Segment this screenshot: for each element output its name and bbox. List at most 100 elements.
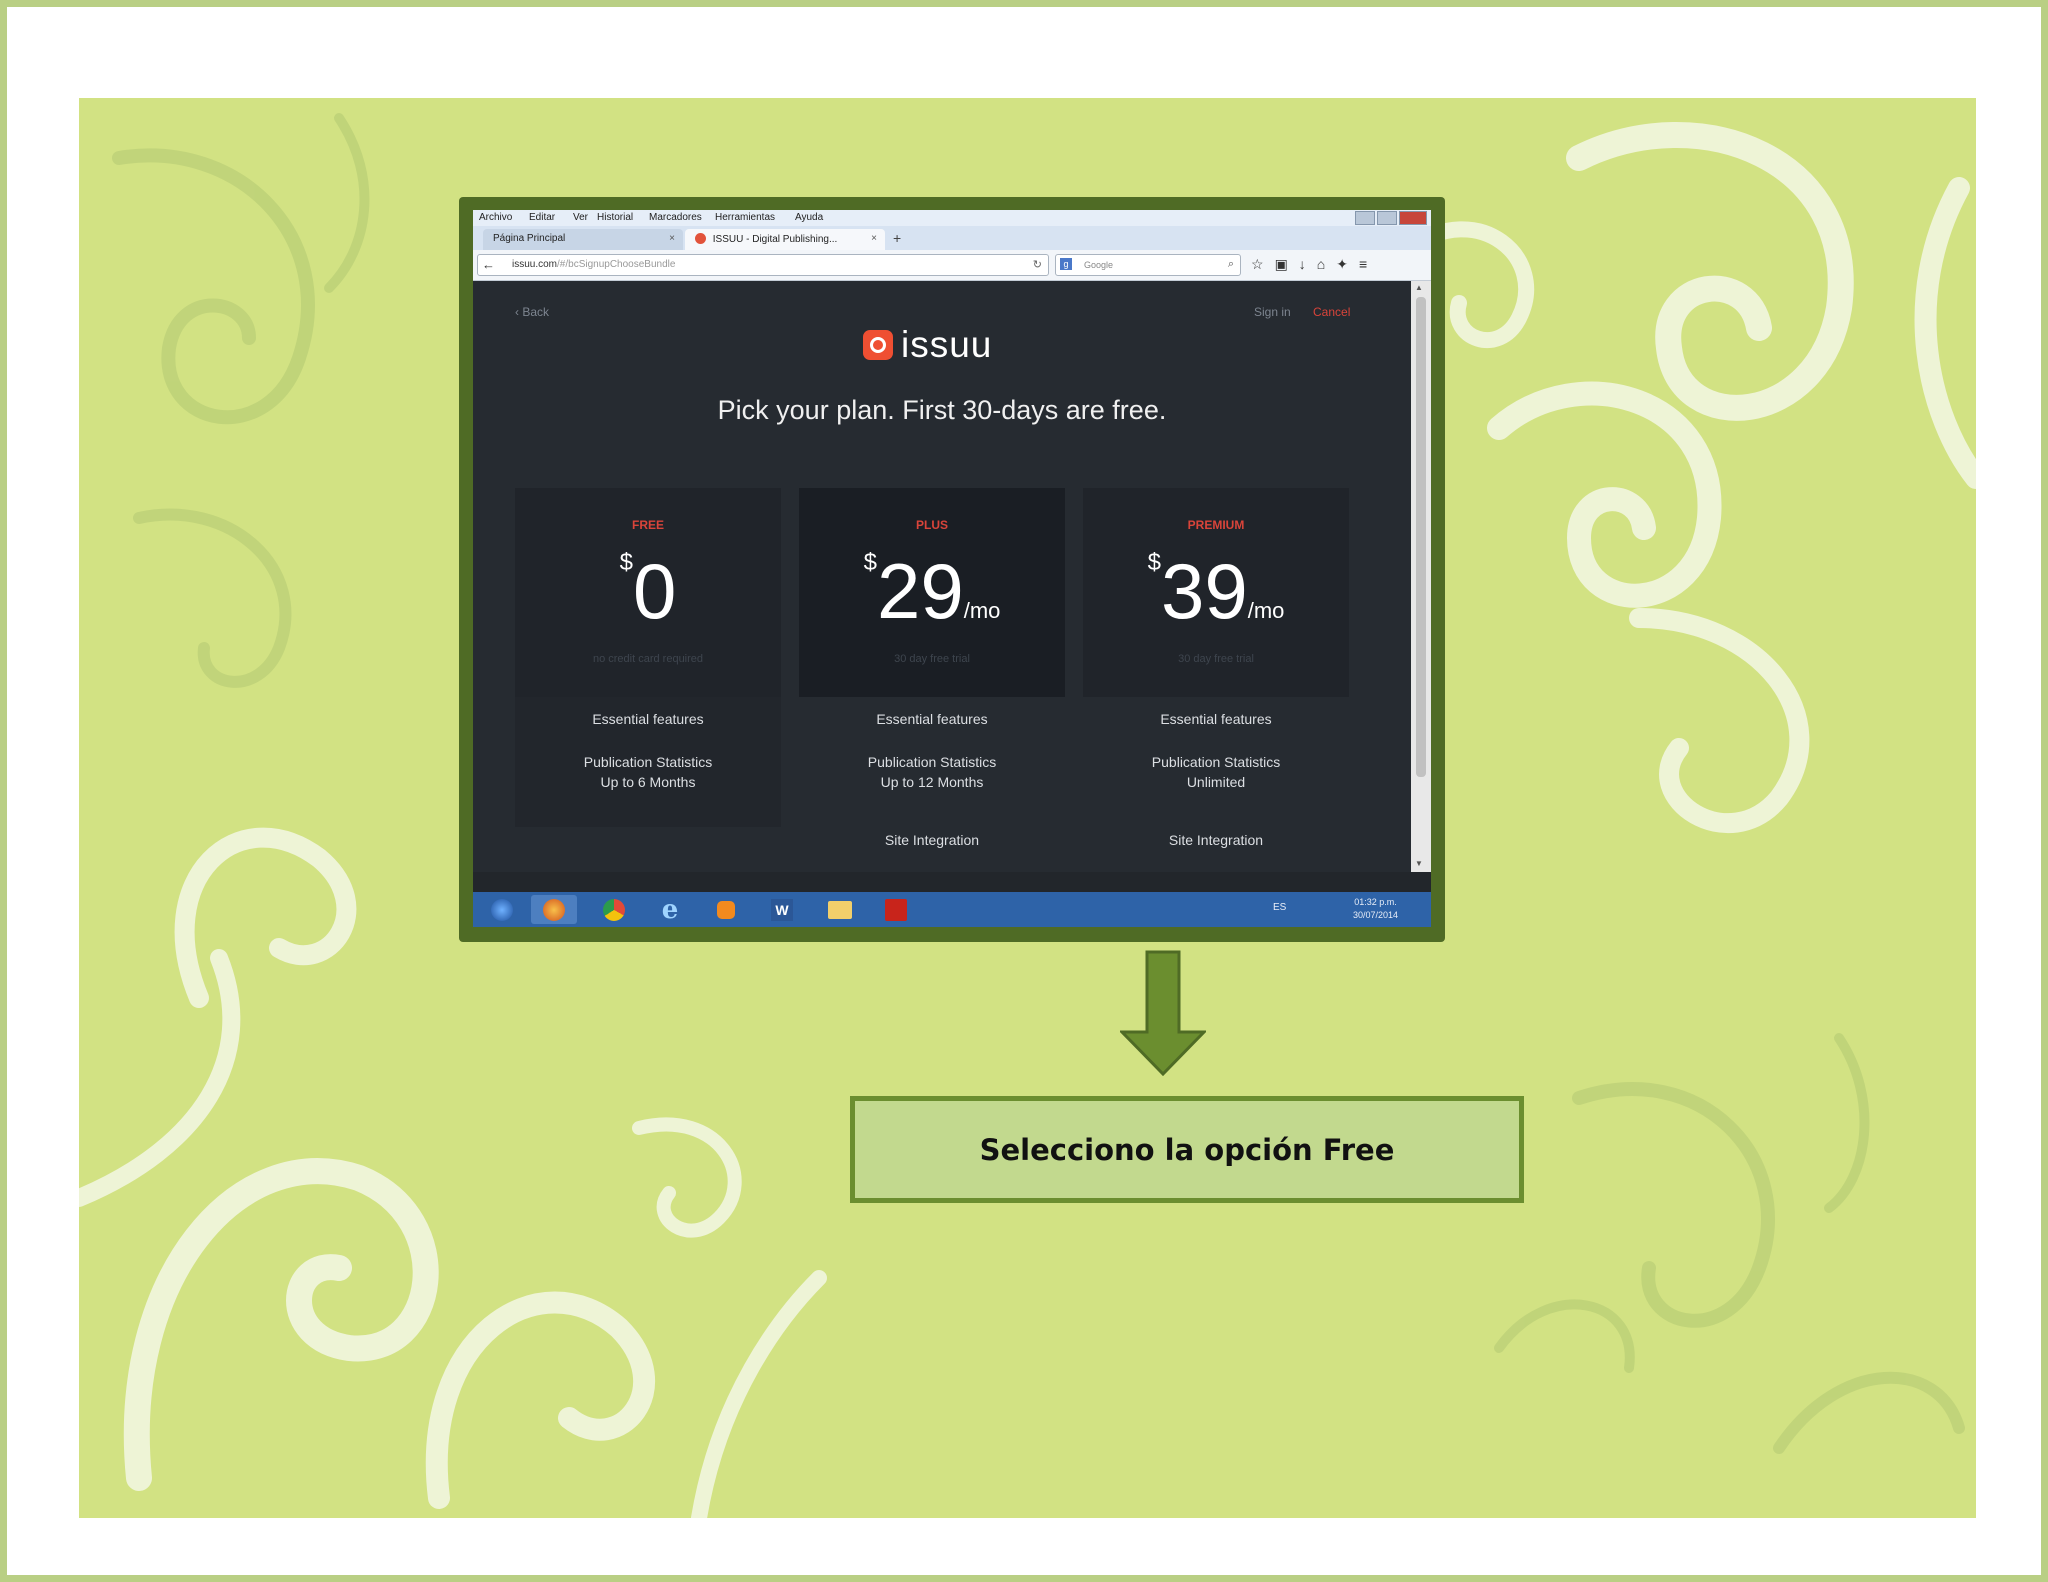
feature-item: Site Integration [1168,832,1264,848]
feature-item: Up to 6 Months [600,774,696,790]
menu-ayuda[interactable]: Ayuda [795,212,823,223]
maximize-button[interactable] [1377,211,1397,225]
issuu-page: ‹ Back Sign in Cancel issuu Pick your pl… [473,281,1411,872]
tab-issuu[interactable]: ISSUU - Digital Publishing... × [685,229,885,250]
plan-subtitle: 30 day free trial [894,653,970,665]
scroll-up-icon[interactable]: ▲ [1415,283,1423,292]
plan-name: FREE [631,518,664,532]
tab-label: ISSUU - Digital Publishing... [712,234,838,245]
feature-item: Site Integration [884,832,980,848]
feature-item: Essential features [876,711,988,727]
caption-text: Selecciono la opción Free [979,1132,1395,1167]
search-box[interactable]: g Google ⌕ [1055,254,1241,276]
plan-name: PLUS [915,518,948,532]
issuu-logo: issuu [863,324,993,365]
windows-taskbar: e W ES 01:32 p.m. 30/07/2014 [473,892,1431,927]
extension-icon[interactable]: ✦ [1336,256,1348,273]
menu-bar: Archivo Editar Ver Historial Marcadores … [473,210,1431,226]
reload-icon[interactable]: ↻ [1033,258,1042,271]
scroll-down-icon[interactable]: ▼ [1415,859,1423,868]
new-tab-button[interactable]: + [893,230,901,246]
star-icon[interactable]: ☆ [1251,256,1264,273]
plan-subtitle: 30 day free trial [1178,653,1254,665]
address-bar[interactable]: ← issuu.com/#/bcSignupChooseBundle ↻ [477,254,1049,276]
features-free: Essential features Publication Statistic… [515,697,781,827]
cancel-link[interactable]: Cancel [1313,305,1350,319]
taskbar-clock[interactable]: 01:32 p.m. 30/07/2014 [1353,896,1398,922]
home-icon[interactable]: ⌂ [1317,256,1325,273]
menu-marcadores[interactable]: Marcadores [649,212,702,223]
language-indicator[interactable]: ES [1273,902,1286,913]
sign-in-link[interactable]: Sign in [1254,305,1291,319]
scroll-thumb[interactable] [1416,297,1426,777]
price-currency: $ [863,549,877,576]
plan-price: $0 [515,546,781,637]
feature-item: Unlimited [1186,774,1246,790]
page-headline: Pick your plan. First 30-days are free. [717,395,1167,425]
tab-bar: Página Principal × ISSUU - Digital Publi… [473,226,1431,250]
menu-historial[interactable]: Historial [597,212,633,223]
feature-item: Publication Statistics [583,754,713,770]
menu-ver[interactable]: Ver [573,212,588,223]
page-scrollbar[interactable]: ▲ ▼ [1411,281,1431,872]
plan-price: $29/mo [799,546,1065,637]
feature-item: Up to 12 Months [880,774,984,790]
download-icon[interactable]: ↓ [1299,256,1306,273]
caption-box: Selecciono la opción Free [850,1096,1524,1203]
google-icon: g [1060,258,1072,270]
url-host: issuu.com [512,259,558,270]
media-player-icon[interactable] [703,895,749,924]
url-text: issuu.com/#/bcSignupChooseBundle [512,259,675,270]
tab-pagina-principal[interactable]: Página Principal × [483,229,683,250]
word-icon[interactable]: W [759,895,805,924]
plan-price: $39/mo [1083,546,1349,637]
price-period: /mo [963,598,1001,623]
tab-close-icon[interactable]: × [669,233,675,244]
menu-archivo[interactable]: Archivo [479,212,512,223]
price-amount: 0 [632,547,677,635]
menu-icon[interactable]: ≡ [1359,256,1367,273]
toolbar-icons: ☆ ▣ ↓ ⌂ ✦ ≡ [1251,256,1367,273]
acrobat-icon[interactable] [873,895,919,924]
minimize-button[interactable] [1355,211,1375,225]
start-orb-icon[interactable] [479,895,525,924]
logo-text: issuu [901,324,993,365]
window-controls [1355,211,1427,225]
feature-item: Essential features [1160,711,1272,727]
price-amount: 29 [876,547,964,635]
price-amount: 39 [1160,547,1248,635]
down-arrow-icon [1120,950,1206,1076]
plan-card-free[interactable]: FREE $0 no credit card required [515,488,781,697]
price-currency: $ [1147,549,1161,576]
file-explorer-icon[interactable] [817,895,863,924]
clock-date: 30/07/2014 [1353,910,1399,920]
price-currency: $ [619,549,633,576]
search-engine-name: Google [1084,260,1114,270]
navigation-bar: ← issuu.com/#/bcSignupChooseBundle ↻ g G… [473,250,1431,281]
url-path: /#/bcSignupChooseBundle [557,259,676,270]
issuu-logo-icon [863,330,893,360]
tab-label: Página Principal [493,233,566,244]
plan-card-premium[interactable]: PREMIUM $39/mo 30 day free trial [1083,488,1349,697]
clipboard-icon[interactable]: ▣ [1275,256,1288,273]
feature-item: Publication Statistics [867,754,997,770]
clock-time: 01:32 p.m. [1354,897,1397,907]
price-period: /mo [1247,598,1285,623]
close-window-button[interactable] [1399,211,1427,225]
issuu-favicon-icon [695,233,706,244]
browser-window: Archivo Editar Ver Historial Marcadores … [473,210,1431,927]
back-link[interactable]: ‹ Back [515,305,549,319]
firefox-icon[interactable] [531,895,577,924]
feature-item: Essential features [592,711,704,727]
tab-close-icon[interactable]: × [871,233,877,244]
search-icon[interactable]: ⌕ [1228,258,1234,271]
menu-editar[interactable]: Editar [529,212,555,223]
back-arrow-icon[interactable]: ← [482,257,495,272]
plan-subtitle: no credit card required [592,653,704,665]
feature-item: Publication Statistics [1151,754,1281,770]
menu-herramientas[interactable]: Herramientas [715,212,775,223]
internet-explorer-icon[interactable]: e [647,895,693,925]
chrome-icon[interactable] [591,895,637,924]
plan-card-plus[interactable]: PLUS $29/mo 30 day free trial [799,488,1065,697]
plan-name: PREMIUM [1187,518,1245,532]
